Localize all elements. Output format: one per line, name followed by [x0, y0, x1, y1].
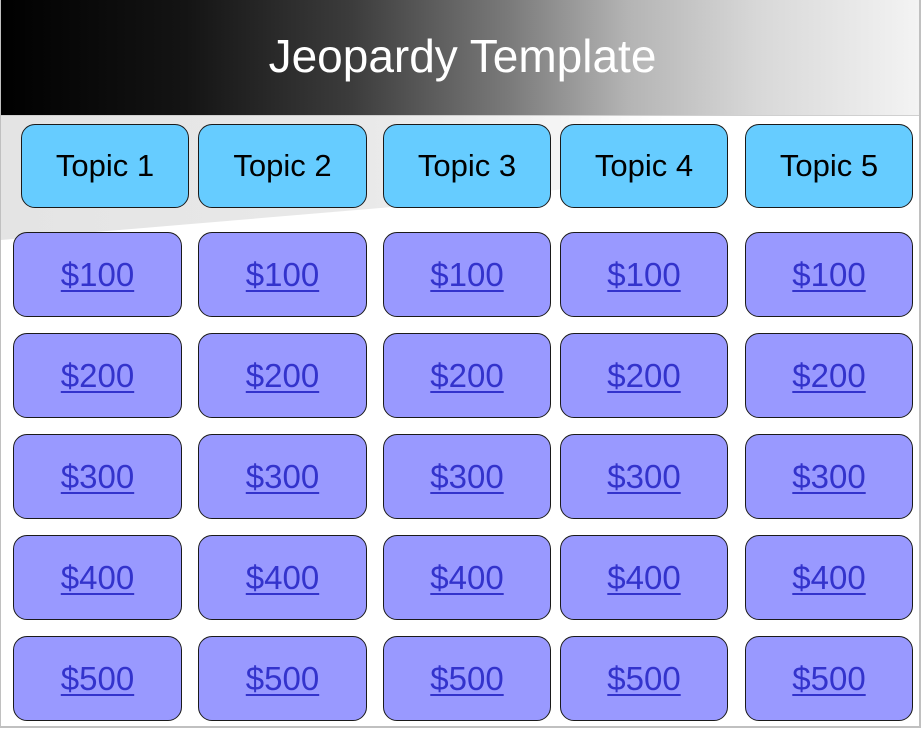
question-link[interactable]: $500 [607, 660, 680, 698]
question-tile[interactable]: $300 [13, 434, 182, 519]
question-tile[interactable]: $200 [745, 333, 913, 418]
question-link[interactable]: $400 [430, 559, 503, 597]
question-tile[interactable]: $200 [13, 333, 182, 418]
question-tile[interactable]: $500 [13, 636, 182, 721]
question-link[interactable]: $400 [607, 559, 680, 597]
question-link[interactable]: $300 [246, 458, 319, 496]
question-link[interactable]: $300 [792, 458, 865, 496]
question-tile[interactable]: $200 [383, 333, 551, 418]
question-tile[interactable]: $300 [198, 434, 367, 519]
question-tile[interactable]: $400 [745, 535, 913, 620]
question-tile[interactable]: $500 [745, 636, 913, 721]
question-link[interactable]: $500 [246, 660, 319, 698]
question-tile[interactable]: $100 [198, 232, 367, 317]
page-title: Jeopardy Template [268, 30, 657, 82]
question-link[interactable]: $100 [792, 256, 865, 294]
question-link[interactable]: $200 [430, 357, 503, 395]
question-link[interactable]: $100 [607, 256, 680, 294]
question-link[interactable]: $300 [607, 458, 680, 496]
question-link[interactable]: $200 [607, 357, 680, 395]
question-tile[interactable]: $400 [560, 535, 728, 620]
question-tile[interactable]: $100 [560, 232, 728, 317]
question-tile[interactable]: $300 [560, 434, 728, 519]
question-link[interactable]: $400 [792, 559, 865, 597]
question-tile[interactable]: $300 [745, 434, 913, 519]
question-link[interactable]: $100 [61, 256, 134, 294]
question-tile[interactable]: $100 [383, 232, 551, 317]
question-tile[interactable]: $200 [560, 333, 728, 418]
question-link[interactable]: $300 [430, 458, 503, 496]
question-link[interactable]: $200 [61, 357, 134, 395]
question-tile[interactable]: $500 [383, 636, 551, 721]
question-link[interactable]: $200 [246, 357, 319, 395]
question-tile[interactable]: $400 [383, 535, 551, 620]
question-link[interactable]: $400 [246, 559, 319, 597]
question-link[interactable]: $100 [246, 256, 319, 294]
topic-header-1[interactable]: Topic 1 [21, 124, 189, 208]
question-tile[interactable]: $100 [745, 232, 913, 317]
question-link[interactable]: $100 [430, 256, 503, 294]
question-tile[interactable]: $300 [383, 434, 551, 519]
question-tile[interactable]: $500 [560, 636, 728, 721]
question-link[interactable]: $200 [792, 357, 865, 395]
topic-header-5[interactable]: Topic 5 [745, 124, 913, 208]
question-link[interactable]: $300 [61, 458, 134, 496]
question-tile[interactable]: $100 [13, 232, 182, 317]
title-banner: Jeopardy Template [1, 0, 919, 116]
topic-header-3[interactable]: Topic 3 [383, 124, 551, 208]
question-link[interactable]: $500 [792, 660, 865, 698]
topic-header-2[interactable]: Topic 2 [198, 124, 367, 208]
question-tile[interactable]: $500 [198, 636, 367, 721]
question-link[interactable]: $500 [430, 660, 503, 698]
slide: Jeopardy Template Topic 1 Topic 2 Topic … [0, 0, 921, 728]
question-link[interactable]: $400 [61, 559, 134, 597]
question-tile[interactable]: $200 [198, 333, 367, 418]
question-link[interactable]: $500 [61, 660, 134, 698]
question-tile[interactable]: $400 [198, 535, 367, 620]
topic-header-4[interactable]: Topic 4 [560, 124, 728, 208]
question-tile[interactable]: $400 [13, 535, 182, 620]
